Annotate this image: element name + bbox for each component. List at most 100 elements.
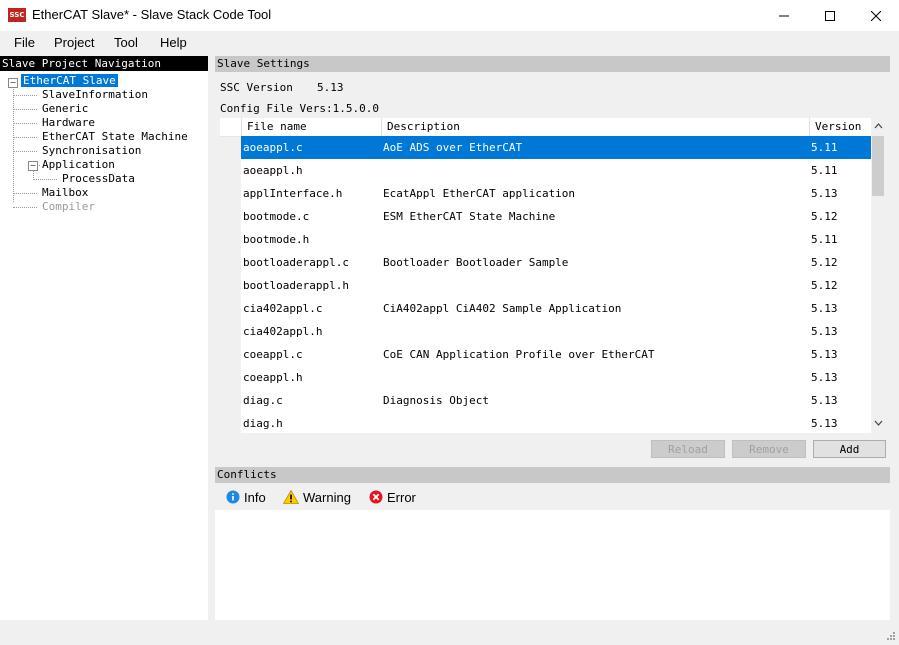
app-icon: SSC: [8, 8, 26, 22]
menu-file[interactable]: File: [14, 35, 35, 50]
table-row[interactable]: aoeappl.h 5.11: [241, 159, 871, 182]
cell-description: CoE CAN Application Profile over EtherCA…: [383, 348, 655, 361]
tree-line: [33, 179, 57, 180]
cell-version: 5.13: [811, 187, 838, 200]
tree-item-slaveinformation[interactable]: SlaveInformation: [42, 88, 148, 102]
config-file-version: Config File Vers:1.5.0.0: [220, 102, 379, 115]
tree-item-synchronisation[interactable]: Synchronisation: [42, 144, 141, 158]
table-row[interactable]: coeappl.c CoE CAN Application Profile ov…: [241, 343, 871, 366]
add-button[interactable]: Add: [813, 440, 886, 458]
cell-version: 5.11: [811, 233, 838, 246]
scroll-thumb[interactable]: [872, 136, 884, 196]
tree-item-ethercat-slave[interactable]: EtherCAT Slave: [21, 74, 118, 88]
cell-file-name: bootmode.c: [243, 210, 310, 223]
tree-item-generic[interactable]: Generic: [42, 102, 88, 116]
cell-file-name: coeappl.c: [243, 348, 303, 361]
tree-item-ethercat-state-machine[interactable]: EtherCAT State Machine: [42, 130, 188, 144]
tree-line: [13, 207, 37, 208]
cell-file-name: bootmode.h: [243, 233, 310, 246]
column-header-version[interactable]: Version: [809, 118, 871, 136]
tree-line: [13, 123, 37, 124]
cell-file-name: cia402appl.c: [243, 302, 323, 315]
menu-tool[interactable]: Tool: [114, 35, 138, 50]
cell-version: 5.13: [811, 325, 838, 338]
tree-line: [13, 193, 37, 194]
tree-line: [13, 137, 37, 138]
cell-file-name: bootloaderappl.h: [243, 279, 349, 292]
cell-description: CiA402appl CiA402 Sample Application: [383, 302, 622, 315]
table-row[interactable]: bootloaderappl.c Bootloader Bootloader S…: [241, 251, 871, 274]
conflict-filter-warning[interactable]: Warning: [283, 489, 351, 505]
cell-file-name: diag.c: [243, 394, 283, 407]
table-row[interactable]: diag.c Diagnosis Object 5.13: [241, 389, 871, 412]
table-row[interactable]: bootloaderappl.h 5.12: [241, 274, 871, 297]
cell-version: 5.13: [811, 417, 838, 430]
cell-file-name: cia402appl.h: [243, 325, 323, 338]
menu-project[interactable]: Project: [54, 35, 94, 50]
slave-settings-header: Slave Settings: [215, 56, 890, 72]
cell-description: Diagnosis Object: [383, 394, 489, 407]
tree-item-hardware[interactable]: Hardware: [42, 116, 95, 130]
cell-file-name: aoeappl.h: [243, 164, 303, 177]
scroll-up-icon[interactable]: [871, 120, 885, 134]
cell-version: 5.11: [811, 164, 838, 177]
table-row[interactable]: bootmode.h 5.11: [241, 228, 871, 251]
cell-file-name: aoeappl.c: [243, 141, 303, 154]
navigation-header: Slave Project Navigation: [0, 56, 208, 71]
conflict-filter-bar: Info Warning Error: [215, 484, 890, 510]
tree-collapse-toggle[interactable]: −: [28, 161, 38, 171]
cell-file-name: diag.h: [243, 417, 283, 430]
title-bar: SSC EtherCAT Slave* - Slave Stack Code T…: [0, 0, 899, 31]
ssc-version-value: 5.13: [317, 81, 344, 94]
cell-description: ESM EtherCAT State Machine: [383, 210, 556, 223]
window-title: EtherCAT Slave* - Slave Stack Code Tool: [32, 7, 272, 22]
cell-file-name: bootloaderappl.c: [243, 256, 349, 269]
status-bar: [0, 621, 899, 645]
tree-item-mailbox[interactable]: Mailbox: [42, 186, 88, 200]
close-button[interactable]: [853, 0, 899, 31]
column-header-file-name[interactable]: File name: [241, 118, 381, 136]
tree-line: [13, 86, 14, 202]
conflict-filter-info[interactable]: Info: [226, 489, 266, 505]
row-header-column: [220, 118, 241, 433]
resize-grip-icon[interactable]: [885, 632, 895, 642]
tree-item-compiler[interactable]: Compiler: [42, 200, 95, 214]
cell-version: 5.11: [811, 141, 838, 154]
table-row[interactable]: coeappl.h 5.13: [241, 366, 871, 389]
app-window: SSC EtherCAT Slave* - Slave Stack Code T…: [0, 0, 899, 645]
cell-file-name: applInterface.h: [243, 187, 343, 200]
cell-version: 5.13: [811, 371, 838, 384]
reload-button[interactable]: Reload: [651, 440, 725, 458]
tree-item-processdata[interactable]: ProcessData: [62, 172, 135, 186]
conflict-list[interactable]: [215, 510, 890, 620]
column-header-description[interactable]: Description: [381, 118, 809, 136]
close-icon: [871, 10, 881, 21]
cell-description: EcatAppl EtherCAT application: [383, 187, 576, 200]
table-row[interactable]: applInterface.h EcatAppl EtherCAT applic…: [241, 182, 871, 205]
minimize-button[interactable]: [761, 0, 807, 31]
table-vertical-scrollbar[interactable]: [871, 118, 885, 433]
tree-item-application[interactable]: Application: [42, 158, 115, 172]
table-row[interactable]: cia402appl.h 5.13: [241, 320, 871, 343]
tree-line: [13, 151, 37, 152]
info-icon: [226, 490, 240, 504]
conflicts-header: Conflicts: [215, 467, 890, 483]
tree-line: [13, 95, 37, 96]
table-row[interactable]: diag.h 5.13: [241, 412, 871, 433]
cell-version: 5.12: [811, 210, 838, 223]
conflict-filter-error[interactable]: Error: [369, 489, 416, 505]
table-row[interactable]: cia402appl.c CiA402appl CiA402 Sample Ap…: [241, 297, 871, 320]
remove-button[interactable]: Remove: [732, 440, 806, 458]
navigation-panel: Slave Project Navigation − − EtherCAT Sl…: [0, 56, 208, 620]
scroll-down-icon[interactable]: [871, 417, 885, 431]
maximize-button[interactable]: [807, 0, 853, 31]
table-row[interactable]: bootmode.c ESM EtherCAT State Machine 5.…: [241, 205, 871, 228]
cell-version: 5.13: [811, 394, 838, 407]
file-table[interactable]: File name Description Version aoeappl.c …: [220, 118, 885, 433]
tree-collapse-toggle[interactable]: −: [8, 78, 18, 88]
table-header: File name Description Version: [220, 118, 871, 137]
tree-line: [13, 109, 37, 110]
table-row[interactable]: aoeappl.c AoE ADS over EtherCAT 5.11: [241, 136, 871, 159]
warning-icon: [283, 490, 299, 504]
menu-help[interactable]: Help: [160, 35, 187, 50]
